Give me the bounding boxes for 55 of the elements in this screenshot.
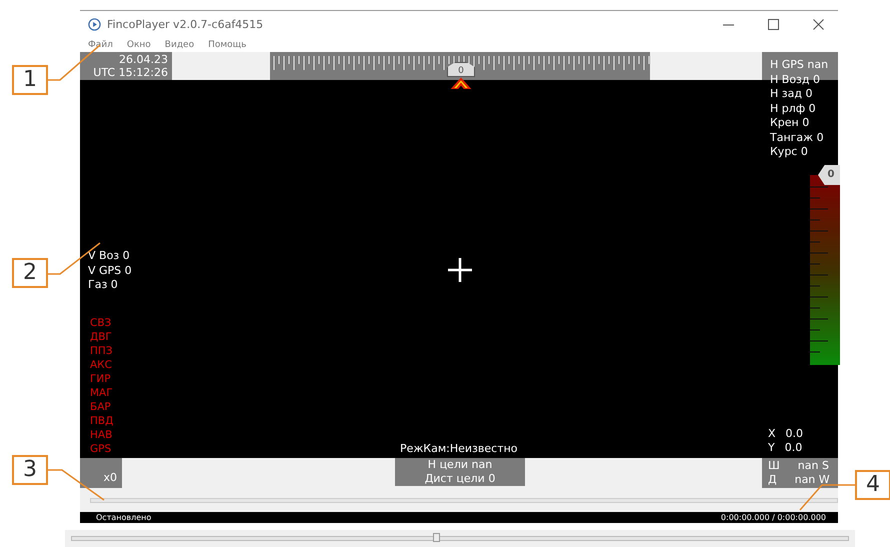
slider-thumb[interactable] xyxy=(432,533,440,542)
zoom-text: x0 xyxy=(103,471,117,484)
window-title: FincoPlayer v2.0.7-c6af4515 xyxy=(107,18,264,31)
coordinate-label: Д xyxy=(768,473,777,487)
menu-item[interactable]: Видео xyxy=(164,40,194,50)
target-text: Н цели nan xyxy=(428,458,492,472)
readout-text: Тангаж 0 xyxy=(770,130,825,145)
leader-line xyxy=(48,469,104,501)
coordinate-value: nan W xyxy=(794,473,830,487)
camera-mode-text: РежКам:Неизвестно xyxy=(400,442,518,455)
status-flag-label: ПВД xyxy=(90,414,114,428)
callout-number: 1 xyxy=(12,65,48,95)
status-flag-label: ППЗ xyxy=(90,344,114,358)
status-flag-label: АКС xyxy=(90,358,113,372)
date-text: 26.04.23 xyxy=(119,53,168,66)
status-flag-label: СВЗ xyxy=(90,316,112,330)
readout-text: H рлф 0 xyxy=(770,102,817,116)
axis-value: 0.0 xyxy=(786,427,804,441)
callout-number: 4 xyxy=(855,470,890,500)
callout-number: 2 xyxy=(12,258,48,288)
readout-text: Крен 0 xyxy=(770,116,810,130)
axis-value: 0.0 xyxy=(784,441,802,455)
maximize-icon[interactable] xyxy=(768,19,779,30)
readout-text: Курс 0 xyxy=(770,145,809,160)
playback-status: Остановлено xyxy=(96,512,152,523)
status-flag-label: НАВ xyxy=(90,428,114,442)
status-flag-label: МАГ xyxy=(90,386,114,400)
readout-text: H зад 0 xyxy=(770,87,814,102)
leader-line xyxy=(48,242,100,275)
close-icon[interactable] xyxy=(813,19,824,30)
crosshair-icon xyxy=(448,258,472,282)
readout-text: Газ 0 xyxy=(88,278,119,292)
menu-item[interactable]: Помощь xyxy=(208,40,246,50)
heading-badge: 0 xyxy=(447,62,475,77)
seek-slider[interactable] xyxy=(71,536,849,541)
play-icon xyxy=(88,18,101,31)
axis-label: X xyxy=(768,427,776,441)
menu-item[interactable]: Файл xyxy=(88,40,113,50)
status-flag-label: ГИР xyxy=(90,372,112,386)
readout-text: V GPS 0 xyxy=(88,264,132,278)
menu-item[interactable]: Окно xyxy=(126,40,151,50)
readout-text: H GPS nan xyxy=(770,58,828,72)
target-text: Дист цели 0 xyxy=(424,472,496,486)
progress-track[interactable] xyxy=(90,498,838,502)
coordinate-label: Ш xyxy=(768,459,780,473)
status-flag-label: БАР xyxy=(90,400,112,414)
status-flag-label: GPS xyxy=(90,442,112,456)
status-flag-label: ДВГ xyxy=(90,330,113,344)
callout-number: 3 xyxy=(12,455,48,485)
time-text: UTC 15:12:26 xyxy=(93,66,168,79)
coordinate-value: nan S xyxy=(798,459,829,473)
leader-line xyxy=(799,484,855,510)
axis-label: Y xyxy=(768,441,775,455)
playback-time: 0:00:00.000 / 0:00:00.000 xyxy=(720,512,826,523)
chevron-icon xyxy=(450,77,472,89)
